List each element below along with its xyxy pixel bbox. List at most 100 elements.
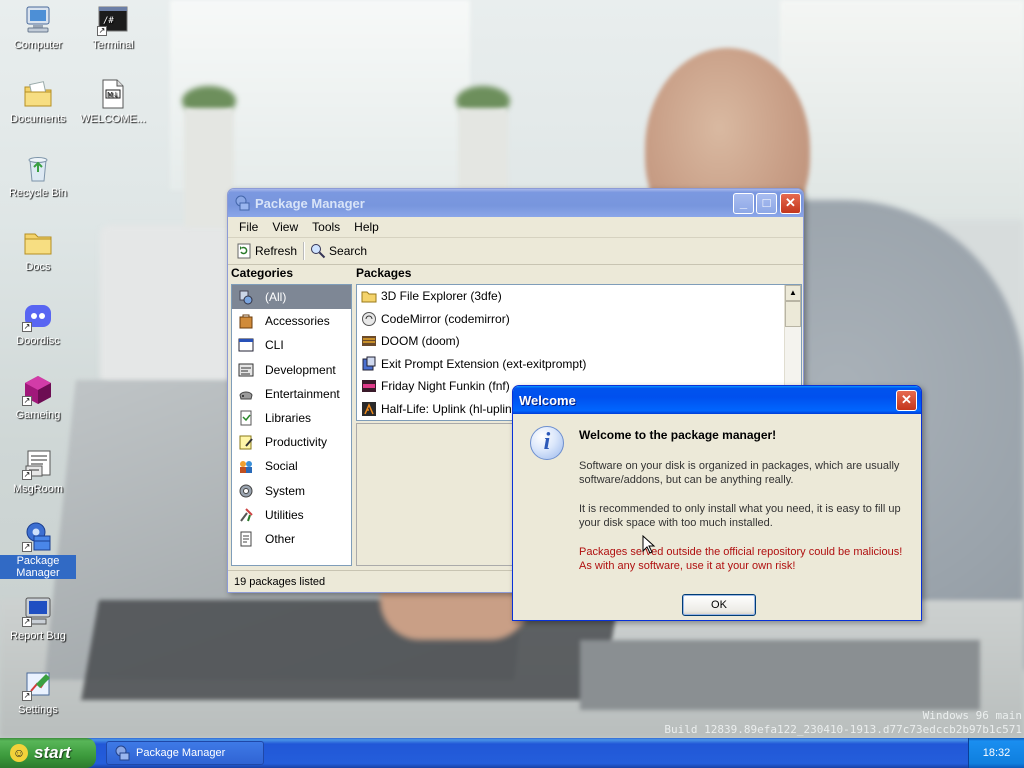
desktop-icon-label: Settings <box>18 704 58 716</box>
category-productivity[interactable]: Productivity <box>232 430 351 454</box>
desktop-icon-label: Recycle Bin <box>8 187 68 199</box>
refresh-label: Refresh <box>255 244 298 258</box>
scroll-up-button[interactable]: ▲ <box>785 285 801 301</box>
all-icon <box>238 289 254 305</box>
package-item-codemirror[interactable]: CodeMirror (codemirror) <box>357 308 801 331</box>
start-button[interactable]: ☺ start <box>0 738 96 768</box>
welcome-dialog[interactable]: Welcome ✕ i Welcome to the package manag… <box>512 385 922 621</box>
desktop-icon-docs[interactable]: Docs <box>0 226 76 273</box>
welcome-warning: Packages served outside the official rep… <box>579 545 903 573</box>
minimize-button[interactable]: _ <box>733 193 754 214</box>
category-label: Development <box>265 362 336 377</box>
entertainment-icon <box>238 386 254 402</box>
markdown-file-icon: M↓ <box>97 78 129 110</box>
fnf-icon <box>361 378 377 394</box>
minimize-icon: _ <box>739 195 748 210</box>
refresh-button[interactable]: Refresh <box>232 240 301 262</box>
desktop-icon-label: Gameing <box>15 409 61 421</box>
category-label: Utilities <box>265 507 304 522</box>
desktop-icon-package-manager[interactable]: ↗ Package Manager <box>0 520 76 579</box>
background-photo-box <box>580 640 980 710</box>
info-icon: i <box>530 426 564 460</box>
taskbar-item-package-manager[interactable]: Package Manager <box>106 741 264 765</box>
dialog-close-button[interactable]: ✕ <box>896 390 917 411</box>
desktop-icon-msgroom[interactable]: ↗ MsgRoom <box>0 448 76 495</box>
clock: 18:32 <box>982 747 1011 759</box>
search-label: Search <box>329 244 368 258</box>
start-label: start <box>34 743 71 762</box>
settings-icon: ↗ <box>22 669 54 701</box>
scroll-thumb[interactable] <box>785 301 801 327</box>
package-manager-titlebar[interactable]: Package Manager _ □ ✕ <box>228 189 803 217</box>
category-accessories[interactable]: Accessories <box>232 309 351 333</box>
start-smiley-icon: ☺ <box>10 744 28 762</box>
close-icon: ✕ <box>785 195 796 210</box>
cli-icon <box>238 337 254 353</box>
folder-icon <box>22 226 54 258</box>
desktop-icon-doordisc[interactable]: ↗ Doordisc <box>0 300 76 347</box>
package-label: Friday Night Funkin (fnf) <box>381 379 510 394</box>
desktop-icon-computer[interactable]: Computer <box>0 4 76 51</box>
category-other[interactable]: Other <box>232 527 351 551</box>
desktop-icon-report-bug[interactable]: ↗ Report Bug <box>0 595 76 642</box>
close-icon: ✕ <box>901 392 912 407</box>
productivity-icon <box>238 434 254 450</box>
desktop-icon-documents[interactable]: Documents <box>0 78 76 125</box>
menu-tools[interactable]: Tools <box>305 220 347 234</box>
desktop-icon-label: Report Bug <box>10 630 66 642</box>
desktop-icon-label: Package Manager <box>0 555 76 579</box>
folder-icon <box>361 288 377 304</box>
package-item-3dfe[interactable]: 3D File Explorer (3dfe) <box>357 285 801 308</box>
development-icon <box>238 362 254 378</box>
half-life-icon <box>361 401 377 417</box>
desktop-icon-welcome[interactable]: M↓ WELCOME... <box>75 78 151 125</box>
system-tray[interactable]: 18:32 <box>968 738 1024 768</box>
desktop-icon-recycle-bin[interactable]: Recycle Bin <box>0 152 76 199</box>
shortcut-arrow-icon: ↗ <box>22 617 32 627</box>
package-item-doom[interactable]: DOOM (doom) <box>357 330 801 353</box>
category-cli[interactable]: CLI <box>232 333 351 357</box>
codemirror-icon <box>361 311 377 327</box>
desktop-icon-terminal[interactable]: /# ↗ Terminal <box>75 4 151 51</box>
category-libraries[interactable]: Libraries <box>232 406 351 430</box>
menu-help[interactable]: Help <box>347 220 386 234</box>
welcome-heading: Welcome to the package manager! <box>579 428 777 442</box>
categories-list[interactable]: (All) Accessories CLI Development Entert… <box>231 284 352 566</box>
welcome-dialog-body: i Welcome to the package manager! Softwa… <box>513 414 921 621</box>
package-manager-icon <box>114 745 130 761</box>
report-bug-icon: ↗ <box>22 595 54 627</box>
category-label: Other <box>265 531 296 546</box>
desktop-icon-label: Terminal <box>92 39 134 51</box>
maximize-button[interactable]: □ <box>756 193 777 214</box>
category-social[interactable]: Social <box>232 454 351 478</box>
menu-view[interactable]: View <box>265 220 305 234</box>
desktop-icon-gameing[interactable]: ↗ Gameing <box>0 374 76 421</box>
welcome-dialog-titlebar[interactable]: Welcome ✕ <box>513 386 921 414</box>
terminal-icon: /# ↗ <box>97 4 129 36</box>
category-label: (All) <box>265 290 287 305</box>
shortcut-arrow-icon: ↗ <box>22 542 32 552</box>
category-utilities[interactable]: Utilities <box>232 503 351 527</box>
category-development[interactable]: Development <box>232 358 351 382</box>
accessories-icon <box>238 313 254 329</box>
doom-icon <box>361 333 377 349</box>
menu-file[interactable]: File <box>232 220 265 234</box>
svg-text:/#: /# <box>103 16 114 26</box>
ok-button[interactable]: OK <box>682 594 756 616</box>
shortcut-arrow-icon: ↗ <box>22 396 32 406</box>
close-button[interactable]: ✕ <box>780 193 801 214</box>
shortcut-arrow-icon: ↗ <box>22 691 32 701</box>
build-watermark-line2: Build 12839.89efa122_230410-1913.d77c73e… <box>664 723 1022 736</box>
maximize-icon: □ <box>762 195 771 210</box>
category-all[interactable]: (All) <box>232 285 351 310</box>
other-icon <box>238 531 254 547</box>
desktop-icon-settings[interactable]: ↗ Settings <box>0 669 76 716</box>
category-system[interactable]: System <box>232 479 351 503</box>
search-button[interactable]: Search <box>306 240 371 262</box>
package-label: 3D File Explorer (3dfe) <box>381 289 502 304</box>
msgroom-icon: ↗ <box>22 448 54 480</box>
package-item-ext-exitprompt[interactable]: Exit Prompt Extension (ext-exitprompt) <box>357 353 801 376</box>
category-label: Social <box>265 459 298 474</box>
welcome-paragraph-2: It is recommended to only install what y… <box>579 502 901 530</box>
category-entertainment[interactable]: Entertainment <box>232 382 351 406</box>
